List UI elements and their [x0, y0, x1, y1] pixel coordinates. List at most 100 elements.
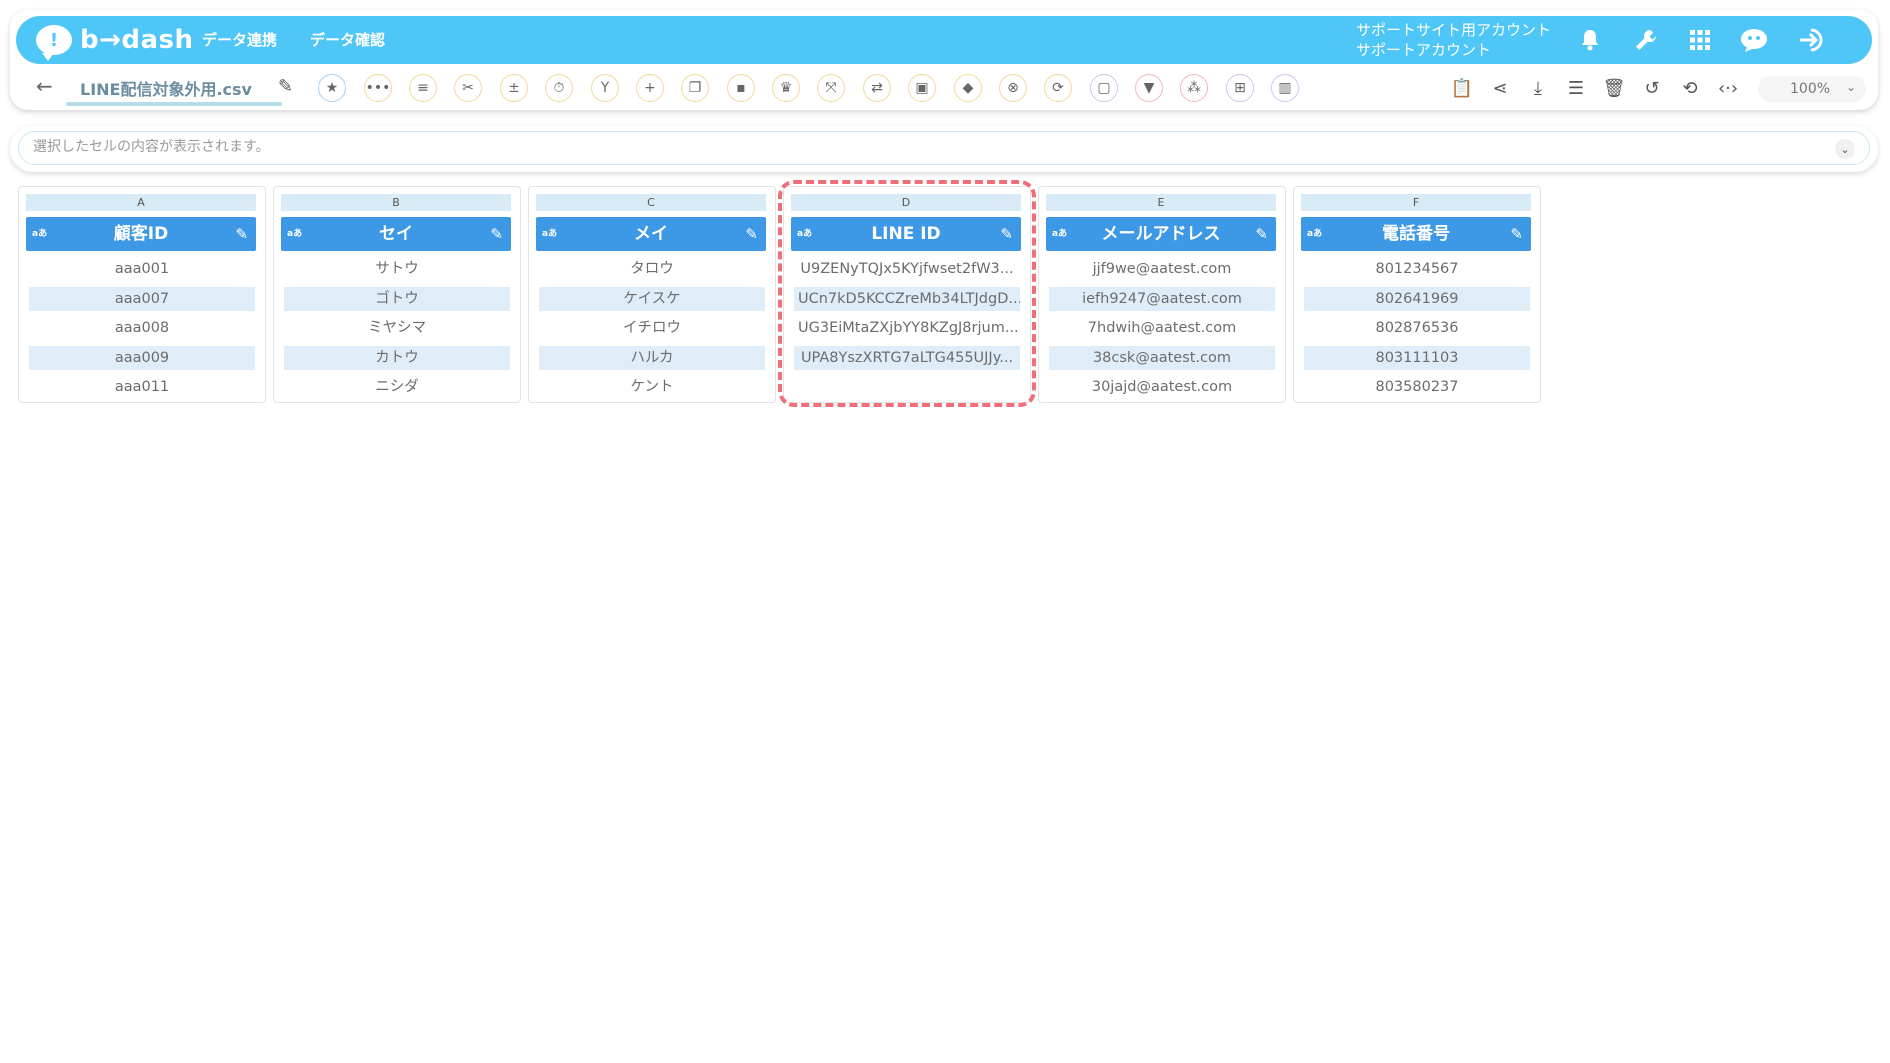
repeat-icon[interactable]: ⇄	[863, 74, 891, 102]
cell-content-field[interactable]: 選択したセルの内容が表示されます。 ⌄	[18, 131, 1870, 165]
table-cell[interactable]: ミヤシマ	[284, 316, 510, 340]
table-cell[interactable]: ケント	[539, 375, 765, 399]
grid-apps-icon[interactable]	[1684, 24, 1716, 56]
back-arrow-icon[interactable]: ←	[36, 74, 53, 98]
merge-icon[interactable]: Y	[591, 74, 619, 102]
type-badge[interactable]: aあ	[1052, 217, 1067, 251]
table-cell[interactable]: タロウ	[539, 257, 765, 281]
logo[interactable]: ! b→dash	[36, 23, 194, 61]
share-icon[interactable]: ⋖	[1486, 74, 1514, 102]
account-info[interactable]: サポートサイト用アカウント サポートアカウント	[1356, 20, 1551, 60]
nav-data-integration[interactable]: データ連携	[202, 29, 277, 50]
edit-pencil-icon[interactable]: ✎	[490, 217, 503, 251]
group-icon[interactable]: ⁂	[1180, 74, 1208, 102]
table-cell[interactable]: 802876536	[1304, 316, 1530, 340]
column-c: C aあ メイ ✎ タロウ ケイスケ イチロウ ハルカ ケント	[528, 186, 776, 403]
logout-icon[interactable]	[1796, 24, 1828, 56]
list-view-icon[interactable]: ☰	[1562, 74, 1590, 102]
column-header[interactable]: aあ 顧客ID ✎	[26, 217, 256, 251]
type-badge[interactable]: aあ	[542, 217, 557, 251]
zoom-select[interactable]: 100% ⌄	[1758, 76, 1866, 102]
table-cell[interactable]: 7hdwih@aatest.com	[1049, 316, 1275, 340]
table-cell[interactable]: 38csk@aatest.com	[1049, 346, 1275, 370]
lock-icon[interactable]: ▣	[908, 74, 936, 102]
nav-data-check[interactable]: データ確認	[310, 29, 385, 50]
expand-icon[interactable]: ⤧	[817, 74, 845, 102]
bag-icon[interactable]: ◆	[954, 74, 982, 102]
table-cell[interactable]: ハルカ	[539, 346, 765, 370]
trash-icon[interactable]: 🗑	[1600, 74, 1628, 102]
type-badge[interactable]: aあ	[1307, 217, 1322, 251]
table-cell[interactable]: サトウ	[284, 257, 510, 281]
wrench-icon[interactable]	[1630, 24, 1662, 56]
code-icon[interactable]: ‹·›	[1714, 74, 1742, 102]
edit-pencil-icon[interactable]: ✎	[745, 217, 758, 251]
table-cell[interactable]: ニシダ	[284, 375, 510, 399]
column-header[interactable]: aあ セイ ✎	[281, 217, 511, 251]
copy-icon[interactable]: ❐	[681, 74, 709, 102]
cut-icon[interactable]: ✂	[454, 74, 482, 102]
table-icon[interactable]: ⊞	[1226, 74, 1254, 102]
star-icon[interactable]: ★	[318, 74, 346, 102]
column-letter[interactable]: A	[26, 194, 256, 211]
columns-icon[interactable]: ▥	[1271, 74, 1299, 102]
column-e: E aあ メールアドレス ✎ jjf9we@aatest.com iefh924…	[1038, 186, 1286, 403]
table-cell[interactable]: aaa009	[29, 346, 255, 370]
column-letter[interactable]: F	[1301, 194, 1531, 211]
table-cell[interactable]: aaa011	[29, 375, 255, 399]
more-icon[interactable]: •••	[364, 74, 392, 102]
top-navigation-bar: ! b→dash データ連携 データ確認 サポートサイト用アカウント サポートア…	[16, 16, 1872, 64]
table-cell[interactable]: ケイスケ	[539, 287, 765, 311]
list-icon[interactable]: ≡	[409, 74, 437, 102]
table-cell[interactable]: aaa008	[29, 316, 255, 340]
zoom-value: 100%	[1790, 81, 1831, 97]
bell-icon[interactable]	[1574, 24, 1606, 56]
table-cell[interactable]: 802641969	[1304, 287, 1530, 311]
cell-content-placeholder: 選択したセルの内容が表示されます。	[33, 139, 270, 155]
frame-icon[interactable]: ▢	[1090, 74, 1118, 102]
replace-icon[interactable]: ⟳	[1044, 74, 1072, 102]
column-letter[interactable]: B	[281, 194, 511, 211]
column-a: A aあ 顧客ID ✎ aaa001 aaa007 aaa008 aaa009 …	[18, 186, 266, 403]
column-header[interactable]: aあ メールアドレス ✎	[1046, 217, 1276, 251]
calc-icon[interactable]: ±	[500, 74, 528, 102]
column-header[interactable]: aあ 電話番号 ✎	[1301, 217, 1531, 251]
add-icon[interactable]: +	[636, 74, 664, 102]
column-letter[interactable]: E	[1046, 194, 1276, 211]
table-cell[interactable]: イチロウ	[539, 316, 765, 340]
chevron-down-icon[interactable]: ⌄	[1835, 139, 1855, 159]
edit-pencil-icon[interactable]: ✎	[1510, 217, 1523, 251]
history-icon[interactable]: ↺	[1638, 74, 1666, 102]
clear-icon[interactable]: ⊗	[999, 74, 1027, 102]
table-cell[interactable]: jjf9we@aatest.com	[1049, 257, 1275, 281]
table-cell[interactable]: aaa001	[29, 257, 255, 281]
clipboard-icon[interactable]: 📋	[1448, 74, 1476, 102]
timer-icon[interactable]: ⏱	[545, 74, 573, 102]
file-name[interactable]: LINE配信対象外用.csv	[80, 76, 252, 100]
type-badge[interactable]: aあ	[32, 217, 47, 251]
chat-mascot-icon[interactable]	[1738, 24, 1770, 56]
edit-pencil-icon[interactable]: ✎	[1255, 217, 1268, 251]
column-name: 電話番号	[1382, 224, 1450, 244]
column-letter[interactable]: C	[536, 194, 766, 211]
table-cell[interactable]: ゴトウ	[284, 287, 510, 311]
table-cell[interactable]: 803580237	[1304, 375, 1530, 399]
column-name: 顧客ID	[113, 224, 169, 244]
table-cell[interactable]: 801234567	[1304, 257, 1530, 281]
table-cell[interactable]: 30jajd@aatest.com	[1049, 375, 1275, 399]
rename-pencil-icon[interactable]: ✎	[278, 76, 293, 97]
download-icon[interactable]: ⤓	[1524, 74, 1552, 102]
type-badge[interactable]: aあ	[287, 217, 302, 251]
table-cell[interactable]: aaa007	[29, 287, 255, 311]
edit-pencil-icon[interactable]: ✎	[235, 217, 248, 251]
table-cell[interactable]: カトウ	[284, 346, 510, 370]
column-header[interactable]: aあ メイ ✎	[536, 217, 766, 251]
column-highlight-annotation	[778, 180, 1036, 407]
table-cell[interactable]: 803111103	[1304, 346, 1530, 370]
refresh-icon[interactable]: ⟲	[1676, 74, 1704, 102]
delete-icon[interactable]: ▪	[727, 74, 755, 102]
filter-icon[interactable]: ▼	[1135, 74, 1163, 102]
crown-icon[interactable]: ♛	[772, 74, 800, 102]
file-name-underline	[66, 102, 282, 106]
table-cell[interactable]: iefh9247@aatest.com	[1049, 287, 1275, 311]
